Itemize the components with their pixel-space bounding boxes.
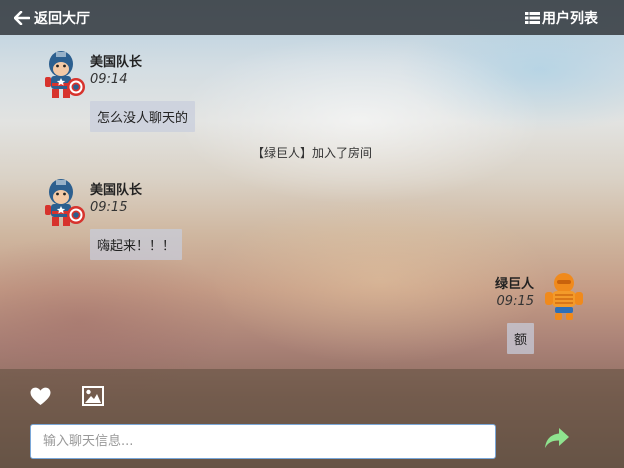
user-list-button[interactable]: 用户列表 [525,8,598,28]
user-list-label: 用户列表 [542,11,598,27]
send-arrow-icon[interactable] [544,427,570,453]
message-bubble: 怎么没人聊天的 [90,101,196,132]
composer-panel [0,369,624,468]
sender-name: 绿巨人 [494,277,534,292]
captain-america-avatar[interactable] [40,177,86,229]
list-icon [525,11,540,25]
back-to-lobby-button[interactable]: 返回大厅 [14,8,90,28]
message-time: 09:15 [90,200,128,215]
message-time: 09:14 [90,72,128,87]
orange-hero-avatar[interactable] [541,270,587,322]
message-bubble: 额 [506,323,534,354]
sender-name: 美国队长 [90,55,143,70]
heart-icon[interactable] [30,387,51,410]
back-label: 返回大厅 [34,11,90,27]
captain-america-avatar[interactable] [40,49,86,101]
chat-message-input[interactable] [30,424,496,459]
sender-name: 美国队长 [90,183,143,198]
arrow-left-icon [14,11,30,25]
image-icon[interactable] [82,386,104,410]
top-bar: 返回大厅 用户列表 [0,0,624,35]
message-time: 09:15 [496,294,534,309]
join-notice: 【绿巨人】加入了房间 [251,146,372,160]
message-bubble: 嗨起来！！！ [90,229,183,260]
